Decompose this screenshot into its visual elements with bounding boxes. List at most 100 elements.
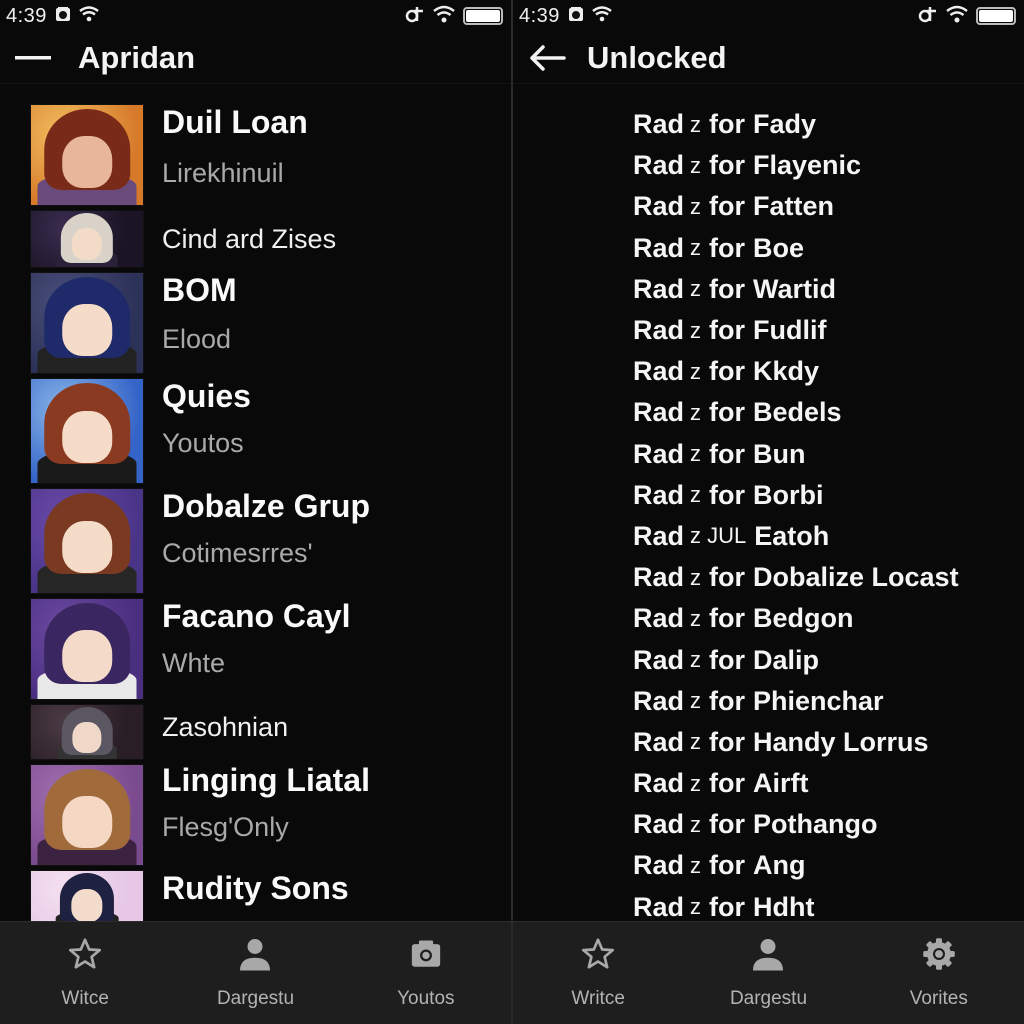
character-face (62, 795, 112, 848)
character-face (62, 629, 112, 682)
unlocked-mid: z (690, 111, 702, 137)
unlocked-prefix: Rad (633, 891, 685, 922)
unlocked-connector: for (709, 356, 746, 387)
unlocked-prefix: Rad (633, 356, 685, 387)
unlocked-item[interactable]: Rad z for Bun (633, 434, 1024, 475)
unlocked-name: Borbi (753, 479, 824, 510)
character-thumbnail (30, 598, 144, 700)
unlocked-item[interactable]: Rad z for Phienchar (633, 681, 1024, 722)
unlocked-connector: for (709, 315, 746, 346)
character-text: Zasohnian (162, 704, 288, 760)
unlocked-item[interactable]: Rad z for Fady (633, 104, 1024, 145)
character-text: Facano Cayl Whte (162, 598, 351, 700)
character-subtitle: Youtos (162, 428, 244, 458)
unlocked-mid: z (690, 770, 702, 796)
unlocked-connector: for (709, 644, 746, 675)
character-face (62, 303, 112, 356)
unlocked-mid: z (690, 152, 702, 178)
character-subtitle: Elood (162, 324, 232, 354)
unlocked-list: Rad z for Fady Rad z for Flayenic Rad z for Fatten R… (633, 104, 1024, 928)
tab-witce[interactable]: Witce (0, 922, 170, 1024)
unlocked-name: Bedgon (753, 603, 854, 634)
character-thumbnail (30, 764, 144, 866)
character-name: Zasohnian (162, 712, 289, 742)
unlocked-name: Hdht (753, 891, 815, 922)
tab-label: Witce (61, 988, 109, 1009)
character-name: Rudity Sons (162, 870, 349, 906)
tab-writce[interactable]: Writce (513, 922, 683, 1024)
unlocked-connector: for (709, 809, 746, 840)
character-item[interactable]: Facano Cayl Whte (30, 598, 511, 700)
alarm-icon (568, 6, 584, 27)
character-item[interactable]: BOM Elood (30, 272, 511, 374)
camera-icon (406, 934, 446, 974)
character-item[interactable]: Linging Liatal Flesg'Only (30, 764, 511, 866)
status-bar: 4:39 (0, 0, 511, 32)
character-face (62, 520, 112, 573)
wifi-icon (79, 5, 99, 27)
unlocked-item[interactable]: Rad z for Borbi (633, 475, 1024, 516)
character-thumbnail (30, 210, 144, 268)
unlocked-prefix: Rad (633, 479, 685, 510)
unlocked-mid: z (690, 647, 702, 673)
unlocked-mid: z (690, 276, 702, 302)
unlocked-item[interactable]: Rad z for Flayenic (633, 145, 1024, 186)
character-item[interactable]: Zasohnian (30, 704, 511, 760)
character-text: Duil Loan Lirekhinuil (162, 104, 308, 206)
unlocked-prefix: Rad (633, 191, 685, 222)
character-subtitle: Cotimesrres' (162, 538, 313, 568)
tab-dargestu[interactable]: Dargestu (170, 922, 340, 1024)
unlocked-prefix: Rad (633, 685, 685, 716)
unlocked-name: Airft (753, 768, 809, 799)
character-item[interactable]: Quies Youtos (30, 378, 511, 484)
bottom-nav: Witce Dargestu Youtos (0, 921, 511, 1024)
unlocked-item[interactable]: Rad z for Handy Lorrus (633, 722, 1024, 763)
unlocked-item[interactable]: Rad z for Ang (633, 845, 1024, 886)
menu-icon[interactable] (4, 38, 64, 78)
tab-label: Vorites (909, 988, 968, 1009)
unlocked-item[interactable]: Rad z for Wartid (633, 269, 1024, 310)
character-item[interactable]: Cind ard Zises (30, 210, 511, 268)
unlocked-mid: z (690, 564, 702, 590)
unlocked-item[interactable]: Rad z for Kkdy (633, 351, 1024, 392)
unlocked-prefix: Rad (633, 562, 685, 593)
tab-dargestu[interactable]: Dargestu (683, 922, 853, 1024)
unlocked-item[interactable]: Rad z for Boe (633, 228, 1024, 269)
unlocked-name: Kkdy (753, 356, 820, 387)
unlocked-connector: for (709, 562, 746, 593)
character-text: Dobalze Grup Cotimesrres' (162, 488, 370, 594)
character-item[interactable]: Duil Loan Lirekhinuil (30, 104, 511, 206)
unlocked-item[interactable]: Rad z for Dobalize Locast (633, 557, 1024, 598)
unlocked-item[interactable]: Rad z for Dalip (633, 639, 1024, 680)
unlocked-item[interactable]: Rad z JUL Eatoh (633, 516, 1024, 557)
unlocked-item[interactable]: Rad z for Airft (633, 763, 1024, 804)
unlocked-prefix: Rad (633, 273, 685, 304)
tab-label: Dargestu (216, 988, 295, 1009)
tab-vorites[interactable]: Vorites (854, 922, 1024, 1024)
unlocked-item[interactable]: Rad z for Bedgon (633, 598, 1024, 639)
unlocked-item[interactable]: Rad z for Pothango (633, 804, 1024, 845)
wifi-signal-icon (946, 5, 968, 28)
right-screen: 4:39 Unlocked Rad z for Fady Rad z for Flayenic… (513, 0, 1024, 1024)
unlocked-item[interactable]: Rad z for Fatten (633, 186, 1024, 227)
unlocked-item[interactable]: Rad z for Fudlif (633, 310, 1024, 351)
unlocked-mid: z (690, 235, 702, 261)
character-face (71, 228, 103, 261)
character-thumbnail (30, 704, 144, 760)
unlocked-name: Fatten (753, 191, 835, 222)
back-arrow-icon[interactable] (517, 38, 577, 78)
character-item[interactable]: Dobalze Grup Cotimesrres' (30, 488, 511, 594)
unlocked-mid: z (690, 811, 702, 837)
unlocked-connector: for (709, 768, 746, 799)
character-name: Linging Liatal (162, 762, 370, 798)
unlocked-connector: for (709, 891, 746, 922)
character-face (72, 721, 102, 753)
tab-youtos[interactable]: Youtos (341, 922, 511, 1024)
unlocked-connector: for (709, 438, 746, 469)
unlocked-mid: z (690, 482, 702, 508)
character-thumbnail (30, 272, 144, 374)
unlocked-item[interactable]: Rad z for Bedels (633, 392, 1024, 433)
unlocked-name: Dalip (753, 644, 820, 675)
wifi-icon (592, 5, 612, 27)
app-bar: Unlocked (513, 32, 1024, 84)
